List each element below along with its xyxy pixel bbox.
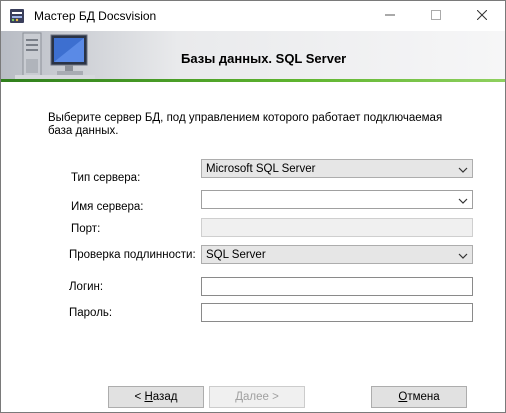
port-label: Порт: xyxy=(71,223,101,235)
chevron-down-icon xyxy=(458,250,468,260)
password-field[interactable] xyxy=(201,303,473,322)
close-icon xyxy=(476,9,488,23)
back-prefix: < xyxy=(134,391,145,403)
maximize-button[interactable] xyxy=(413,1,459,31)
minimize-icon xyxy=(385,9,395,23)
server-type-dropdown[interactable]: Microsoft SQL Server xyxy=(201,159,473,178)
page-title: Базы данных. SQL Server xyxy=(181,51,347,66)
maximize-icon xyxy=(431,9,441,23)
window-title: Мастер БД Docsvision xyxy=(34,9,157,23)
login-field[interactable] xyxy=(201,277,473,296)
close-button[interactable] xyxy=(459,1,505,31)
login-input[interactable] xyxy=(202,278,472,295)
next-button[interactable]: Далее > xyxy=(209,386,305,408)
cancel-button[interactable]: Отмена xyxy=(371,386,467,408)
cancel-mnemonic: О xyxy=(398,391,408,403)
server-name-combobox[interactable] xyxy=(201,190,473,209)
password-label: Пароль: xyxy=(69,307,113,319)
chevron-down-icon xyxy=(458,195,468,205)
server-name-label: Имя сервера: xyxy=(71,201,144,213)
header-banner: Базы данных. SQL Server xyxy=(1,31,505,79)
back-label: азад xyxy=(152,391,178,403)
port-input xyxy=(202,219,472,236)
auth-value: SQL Server xyxy=(206,249,266,261)
back-button[interactable]: < Назад xyxy=(108,386,204,408)
description-text: Выберите сервер БД, под управлением кото… xyxy=(48,112,443,137)
server-type-value: Microsoft SQL Server xyxy=(206,163,316,175)
password-input[interactable] xyxy=(202,304,472,321)
auth-dropdown[interactable]: SQL Server xyxy=(201,245,473,264)
cancel-label: тмена xyxy=(407,391,440,403)
database-wizard-icon xyxy=(9,8,25,24)
title-bar[interactable]: Мастер БД Docsvision xyxy=(1,1,505,31)
auth-label: Проверка подлинности: xyxy=(69,249,196,261)
next-label: алее > xyxy=(242,391,279,403)
server-type-label: Тип сервера: xyxy=(71,172,141,184)
server-computer-illustration xyxy=(13,31,99,79)
header-divider xyxy=(1,79,505,82)
login-label: Логин: xyxy=(69,281,104,293)
wizard-window: Мастер БД Docsvision Базы данных. SQL Se… xyxy=(0,0,506,413)
port-field xyxy=(201,218,473,237)
back-mnemonic: Н xyxy=(144,391,153,403)
next-mnemonic: Д xyxy=(235,391,243,403)
chevron-down-icon xyxy=(458,164,468,174)
minimize-button[interactable] xyxy=(367,1,413,31)
